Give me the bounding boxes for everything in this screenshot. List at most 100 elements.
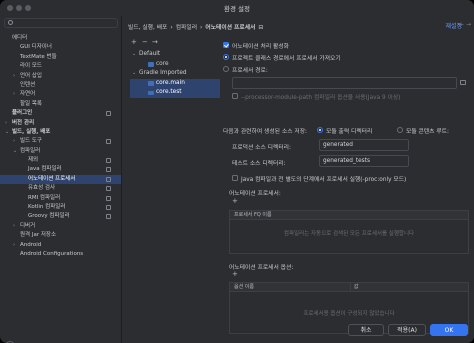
project-settings-icon bbox=[106, 214, 111, 220]
chevron-down-icon[interactable]: ⌄ bbox=[5, 128, 9, 137]
breadcrumb-item: 빌드, 실행, 배포 bbox=[128, 25, 168, 31]
title-bar: 환경 설정 bbox=[0, 0, 474, 16]
processor-options-title: 어노테이션 프로세서 옵션: bbox=[229, 265, 294, 271]
project-settings-icon bbox=[106, 167, 111, 173]
sidebar-item[interactable]: › 빌드 도구 bbox=[0, 137, 121, 146]
profile-tree-item[interactable]: core.test bbox=[130, 88, 220, 98]
add-option-button[interactable]: + bbox=[232, 270, 238, 278]
project-settings-icon bbox=[106, 186, 111, 192]
nav-arrows: ← → bbox=[459, 21, 471, 28]
sidebar-item[interactable]: 원격 Jar 저장소 bbox=[0, 231, 121, 240]
search-icon bbox=[8, 20, 13, 25]
radio-selected[interactable] bbox=[317, 127, 323, 133]
radio-selected[interactable] bbox=[223, 54, 229, 60]
module-folder-icon bbox=[148, 81, 154, 86]
sidebar-item-label: 언어 삽입 bbox=[20, 72, 42, 79]
prod-dir-input[interactable]: generated bbox=[319, 139, 409, 151]
sidebar-item[interactable]: ⌄ 빌드, 실행, 배포 bbox=[0, 128, 121, 137]
sidebar-item-label: 빌드, 실행, 배포 bbox=[12, 128, 51, 135]
chevron-right-icon[interactable]: › bbox=[13, 241, 15, 250]
sidebar-item[interactable]: › 버전 관리 bbox=[0, 119, 121, 128]
processors-table[interactable]: 프로세서 FQ 이름 컴파일러는 자동으로 검색된 모든 프로세서를 실행합니다 bbox=[229, 210, 469, 254]
profile-tree-item[interactable]: core.main bbox=[130, 78, 220, 88]
project-scope-icon: ⊟ bbox=[258, 25, 264, 31]
options-table-header: 옵션 이름 값 bbox=[230, 283, 468, 292]
chevron-right-icon[interactable]: › bbox=[5, 119, 7, 128]
sidebar-item-label: 원격 Jar 저장소 bbox=[20, 232, 57, 239]
profile-tree-label: Gradle Imported bbox=[139, 70, 187, 76]
processors-table-header: 프로세서 FQ 이름 bbox=[230, 211, 468, 220]
profile-tree: ⌄ Default core ⌄ Gradle Imported core.main cor… bbox=[130, 50, 220, 98]
radio-unselected[interactable] bbox=[223, 66, 229, 72]
processors-empty-text: 컴파일러는 자동으로 검색된 모든 프로세서를 실행합니다 bbox=[283, 231, 415, 237]
sidebar-item-label: Android bbox=[20, 241, 42, 248]
sidebar-item[interactable]: Java 컴파일러 bbox=[0, 165, 121, 174]
processor-options: 어노테이션 처리 활성화 프로젝트 클래스 경로에서 프로세서 가져오기 프로세… bbox=[223, 38, 471, 338]
sidebar-item[interactable]: RMI 컴파일러 bbox=[0, 194, 121, 203]
breadcrumb-separator: › bbox=[200, 25, 203, 31]
sidebar-item-label: 할일 목록 bbox=[20, 100, 42, 107]
radio-unselected[interactable] bbox=[397, 127, 403, 133]
chevron-down-icon[interactable]: ⌄ bbox=[13, 147, 17, 156]
checkbox-checked[interactable] bbox=[223, 42, 229, 48]
sidebar-item[interactable]: 라이 모드 bbox=[0, 62, 121, 71]
chevron-right-icon[interactable]: › bbox=[13, 72, 15, 81]
sidebar-item[interactable]: TextMate 번들 bbox=[0, 53, 121, 62]
profile-tree-item[interactable]: core bbox=[130, 60, 220, 70]
project-settings-icon bbox=[106, 176, 111, 182]
profile-tree-item[interactable]: ⌄ Gradle Imported bbox=[130, 69, 220, 79]
sidebar-item-label: 컴파일러 bbox=[20, 147, 41, 154]
ok-button[interactable]: OK bbox=[430, 324, 468, 336]
window-title: 환경 설정 bbox=[224, 5, 250, 13]
sidebar-item-label: Android Configurations bbox=[20, 250, 84, 257]
sidebar-item-label: TextMate 번들 bbox=[20, 53, 57, 60]
settings-search-input[interactable] bbox=[4, 18, 118, 28]
sidebar-item[interactable]: Groovy 컴파일러 bbox=[0, 212, 121, 221]
chevron-down-icon[interactable]: ⌄ bbox=[132, 69, 136, 79]
chevron-right-icon[interactable]: › bbox=[13, 222, 15, 231]
cancel-button[interactable]: 취소 bbox=[348, 324, 384, 336]
chevron-right-icon[interactable]: › bbox=[13, 137, 15, 146]
chevron-down-icon[interactable]: ⌄ bbox=[132, 50, 136, 60]
sidebar-item[interactable]: › 자연어 bbox=[0, 90, 121, 99]
sidebar-item[interactable]: 에디터 bbox=[0, 34, 121, 43]
breadcrumb-item: 어노테이션 프로세서 bbox=[205, 25, 256, 31]
preferences-window: 환경 설정 에디터 GUI 디자이너 TextMate 번들 라이 모드 › 언어 삽입 인… bbox=[0, 0, 474, 343]
sidebar-item[interactable]: 할일 목록 bbox=[0, 100, 121, 109]
processors-title: 어노테이션 프로세서: bbox=[229, 191, 281, 197]
sidebar-item[interactable]: 어노테이션 프로세서 bbox=[0, 174, 121, 185]
sidebar-item-label: GUI 디자이너 bbox=[20, 44, 52, 51]
forward-arrow-icon[interactable]: → bbox=[466, 21, 471, 28]
test-dir-label: 테스트 소스 디렉터리: bbox=[232, 161, 286, 167]
project-settings-icon bbox=[106, 111, 111, 117]
checkbox-unchecked[interactable] bbox=[232, 175, 238, 181]
sidebar-item[interactable]: 인텐션 bbox=[0, 81, 121, 90]
sidebar-item[interactable]: 유효성 검사 bbox=[0, 184, 121, 193]
sidebar-item[interactable]: 제외 bbox=[0, 156, 121, 165]
sidebar-item[interactable]: ⌄ 컴파일러 bbox=[0, 147, 121, 156]
add-profile-button[interactable]: + bbox=[131, 38, 137, 46]
profile-tree-item[interactable]: ⌄ Default bbox=[130, 50, 220, 60]
test-dir-input[interactable]: generated_tests bbox=[319, 155, 409, 167]
chevron-right-icon[interactable]: › bbox=[13, 90, 15, 99]
sidebar-item[interactable]: 플러그인 bbox=[0, 109, 121, 118]
add-processor-button[interactable]: + bbox=[232, 197, 238, 205]
breadcrumb: 빌드, 실행, 배포 › 컴파일러 › 어노테이션 프로세서 ⊟ bbox=[128, 22, 266, 31]
processor-path-field[interactable] bbox=[232, 77, 457, 89]
back-arrow-icon[interactable]: ← bbox=[459, 21, 464, 28]
sidebar-item[interactable]: Kotlin 컴파일러 bbox=[0, 203, 121, 212]
options-empty-text: 프로세서용 옵션이 구성되지 않았습니다 bbox=[303, 311, 395, 317]
folder-icon[interactable] bbox=[460, 80, 466, 85]
project-settings-icon bbox=[106, 139, 111, 145]
sidebar-item[interactable]: › 언어 삽입 bbox=[0, 72, 121, 81]
apply-button[interactable]: 적용(A) bbox=[388, 324, 426, 336]
sidebar-item[interactable]: › 디버거 bbox=[0, 222, 121, 231]
remove-profile-button[interactable]: − bbox=[142, 38, 148, 46]
sidebar-item[interactable]: › Android bbox=[0, 241, 121, 250]
sidebar-item[interactable]: Android Configurations bbox=[0, 250, 121, 259]
move-to-profile-button[interactable]: → bbox=[152, 38, 158, 46]
settings-sidebar: 에디터 GUI 디자이너 TextMate 번들 라이 모드 › 언어 삽입 인텐션 › 자연어… bbox=[0, 16, 122, 343]
sidebar-item[interactable]: GUI 디자이너 bbox=[0, 43, 121, 52]
checkbox-unchecked[interactable] bbox=[232, 93, 238, 99]
sidebar-item-label: 에디터 bbox=[12, 35, 28, 41]
